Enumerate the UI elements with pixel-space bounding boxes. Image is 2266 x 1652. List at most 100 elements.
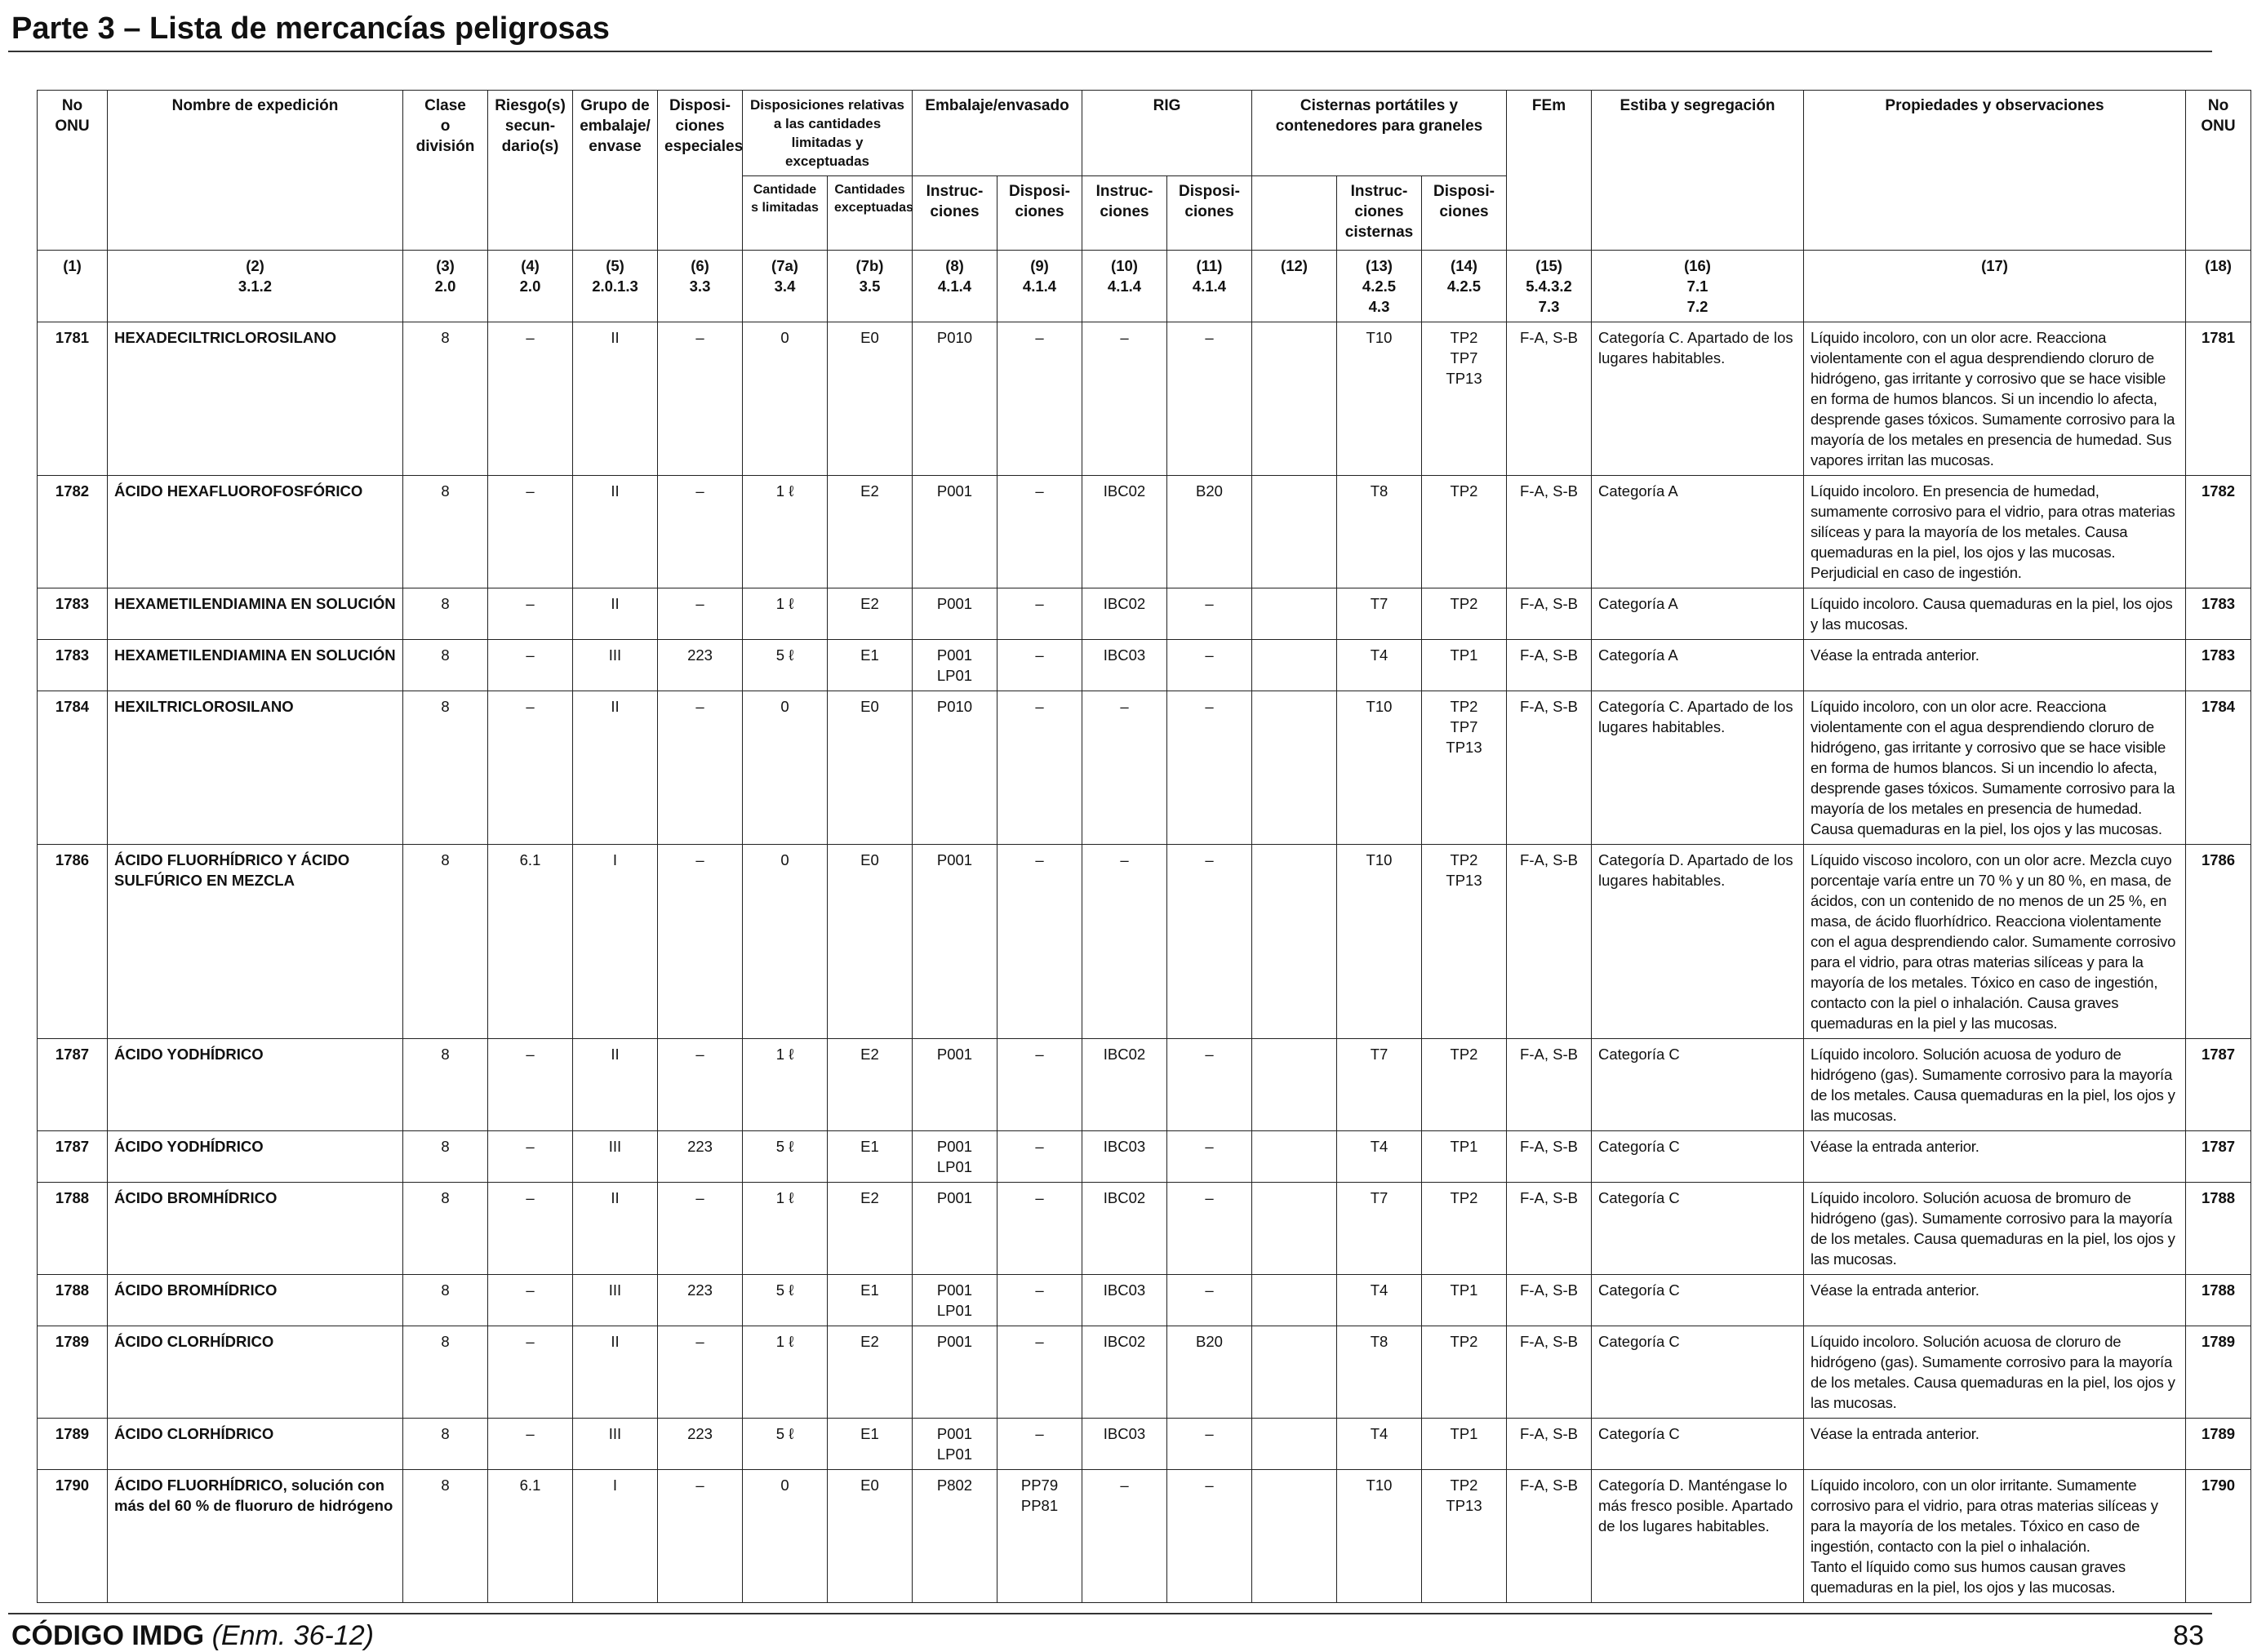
excepted-quantity-cell: E0 <box>827 691 913 845</box>
col-12-cell <box>1251 1038 1337 1131</box>
col-12-cell <box>1251 639 1337 691</box>
tank-provision-cell: TP2 TP13 <box>1420 1469 1508 1603</box>
table-row: 1786 ÁCIDO FLUORHÍDRICO Y ÁCIDO SULFÚRICO… <box>37 844 2252 1039</box>
un-number-right-cell: 1787 <box>2185 1038 2252 1131</box>
ibc-instruction-cell: IBC03 <box>1082 1418 1167 1470</box>
table-row: 1781 HEXADECILTRICLOROSILANO 8– II –0 E0 P010–… <box>37 322 2252 476</box>
excepted-quantity-cell: E2 <box>827 1182 913 1275</box>
tank-instruction-cell: T4 <box>1336 1274 1422 1326</box>
header-rig-instr: Instruc- ciones <box>1082 175 1167 251</box>
packing-instruction-cell: P001 LP01 <box>912 1130 997 1183</box>
subsidiary-risk-cell: – <box>487 639 573 691</box>
properties-cell: Líquido incoloro. Solución acuosa de yod… <box>1803 1038 2187 1131</box>
ibc-provision-cell: B20 <box>1166 475 1252 588</box>
special-provisions-cell: 223 <box>657 639 743 691</box>
ems-cell: F-A, S-B <box>1506 1418 1593 1470</box>
stowage-cell: Categoría D. Manténgase lo más fresco po… <box>1591 1469 1805 1603</box>
header-no-onu-right: No ONU <box>2185 90 2252 251</box>
stowage-cell: Categoría A <box>1591 639 1805 691</box>
packing-provision-cell: – <box>997 691 1082 845</box>
column-number-row: (1) (2) 3.1.2 (3) 2.0 (4) 2.0 (5) 2.0.1.3 (6)… <box>37 250 2252 322</box>
tank-provision-cell: TP2 TP7 TP13 <box>1420 322 1508 476</box>
subsidiary-risk-cell: – <box>487 1038 573 1131</box>
column-number-cell: (5) 2.0.1.3 <box>572 250 658 322</box>
column-number-cell: (15) 5.4.3.2 7.3 <box>1506 250 1593 322</box>
ibc-provision-cell: – <box>1166 322 1252 476</box>
col-12-cell <box>1251 322 1337 476</box>
class-cell: 8 <box>402 691 488 845</box>
shipping-name-cell: ÁCIDO YODHÍDRICO <box>107 1130 403 1183</box>
un-number-right-cell: 1783 <box>2185 588 2252 640</box>
limited-quantity-cell: 1 ℓ <box>742 475 828 588</box>
tank-provision-cell: TP2 <box>1420 588 1508 640</box>
un-number-cell: 1782 <box>37 475 108 588</box>
ibc-instruction-cell: IBC03 <box>1082 1130 1167 1183</box>
tank-instruction-cell: T10 <box>1336 322 1422 476</box>
limited-quantity-cell: 1 ℓ <box>742 1182 828 1275</box>
packing-instruction-cell: P001 <box>912 1326 997 1419</box>
tank-provision-cell: TP2 <box>1420 1326 1508 1419</box>
properties-cell: Véase la entrada anterior. <box>1803 1130 2187 1183</box>
ems-cell: F-A, S-B <box>1506 588 1593 640</box>
packing-group-cell: III <box>572 1130 658 1183</box>
packing-group-cell: II <box>572 691 658 845</box>
packing-provision-cell: – <box>997 588 1082 640</box>
tank-instruction-cell: T8 <box>1336 475 1422 588</box>
special-provisions-cell: – <box>657 1038 743 1131</box>
limited-quantity-cell: 0 <box>742 844 828 1039</box>
column-number-cell: (8) 4.1.4 <box>912 250 997 322</box>
special-provisions-cell: 223 <box>657 1130 743 1183</box>
un-number-right-cell: 1788 <box>2185 1182 2252 1275</box>
stowage-cell: Categoría A <box>1591 588 1805 640</box>
header-cantidad-exceptuada: Cantidades exceptuadas <box>827 175 913 251</box>
packing-group-cell: I <box>572 1469 658 1603</box>
ibc-provision-cell: B20 <box>1166 1326 1252 1419</box>
packing-provision-cell: – <box>997 1326 1082 1419</box>
column-number-cell: (14) 4.2.5 <box>1420 250 1508 322</box>
packing-provision-cell: – <box>997 1038 1082 1131</box>
tank-provision-cell: TP1 <box>1420 1130 1508 1183</box>
packing-group-cell: II <box>572 1182 658 1275</box>
stowage-cell: Categoría C <box>1591 1182 1805 1275</box>
packing-provision-cell: – <box>997 322 1082 476</box>
un-number-right-cell: 1789 <box>2185 1418 2252 1470</box>
shipping-name-cell: ÁCIDO CLORHÍDRICO <box>107 1326 403 1419</box>
class-cell: 8 <box>402 1418 488 1470</box>
special-provisions-cell: – <box>657 322 743 476</box>
excepted-quantity-cell: E2 <box>827 475 913 588</box>
class-cell: 8 <box>402 475 488 588</box>
ibc-provision-cell: – <box>1166 691 1252 845</box>
special-provisions-cell: – <box>657 588 743 640</box>
col-12-cell <box>1251 691 1337 845</box>
page-number: 83 <box>2173 1620 2204 1651</box>
limited-quantity-cell: 1 ℓ <box>742 588 828 640</box>
class-cell: 8 <box>402 1274 488 1326</box>
un-number-cell: 1784 <box>37 691 108 845</box>
limited-quantity-cell: 0 <box>742 322 828 476</box>
class-cell: 8 <box>402 1182 488 1275</box>
footer: CÓDIGO IMDG (Enm. 36-12) <box>11 1619 374 1652</box>
un-number-cell: 1789 <box>37 1418 108 1470</box>
header-estiba: Estiba y segregación <box>1591 90 1805 251</box>
properties-cell: Líquido viscoso incoloro, con un olor ac… <box>1803 844 2187 1039</box>
class-cell: 8 <box>402 322 488 476</box>
stowage-cell: Categoría A <box>1591 475 1805 588</box>
subsidiary-risk-cell: – <box>487 1326 573 1419</box>
excepted-quantity-cell: E2 <box>827 1038 913 1131</box>
packing-group-cell: II <box>572 1326 658 1419</box>
class-cell: 8 <box>402 1469 488 1603</box>
packing-group-cell: II <box>572 475 658 588</box>
page-title: Parte 3 – Lista de mercancías peligrosas <box>11 11 610 46</box>
subsidiary-risk-cell: 6.1 <box>487 1469 573 1603</box>
special-provisions-cell: – <box>657 691 743 845</box>
stowage-cell: Categoría C. Apartado de los lugares hab… <box>1591 322 1805 476</box>
limited-quantity-cell: 1 ℓ <box>742 1326 828 1419</box>
footer-amendment: (Enm. 36-12) <box>211 1620 374 1651</box>
un-number-cell: 1787 <box>37 1130 108 1183</box>
footer-rule <box>8 1613 2212 1614</box>
ems-cell: F-A, S-B <box>1506 1326 1593 1419</box>
ems-cell: F-A, S-B <box>1506 639 1593 691</box>
subsidiary-risk-cell: 6.1 <box>487 844 573 1039</box>
limited-quantity-cell: 5 ℓ <box>742 1274 828 1326</box>
ibc-instruction-cell: IBC02 <box>1082 475 1167 588</box>
